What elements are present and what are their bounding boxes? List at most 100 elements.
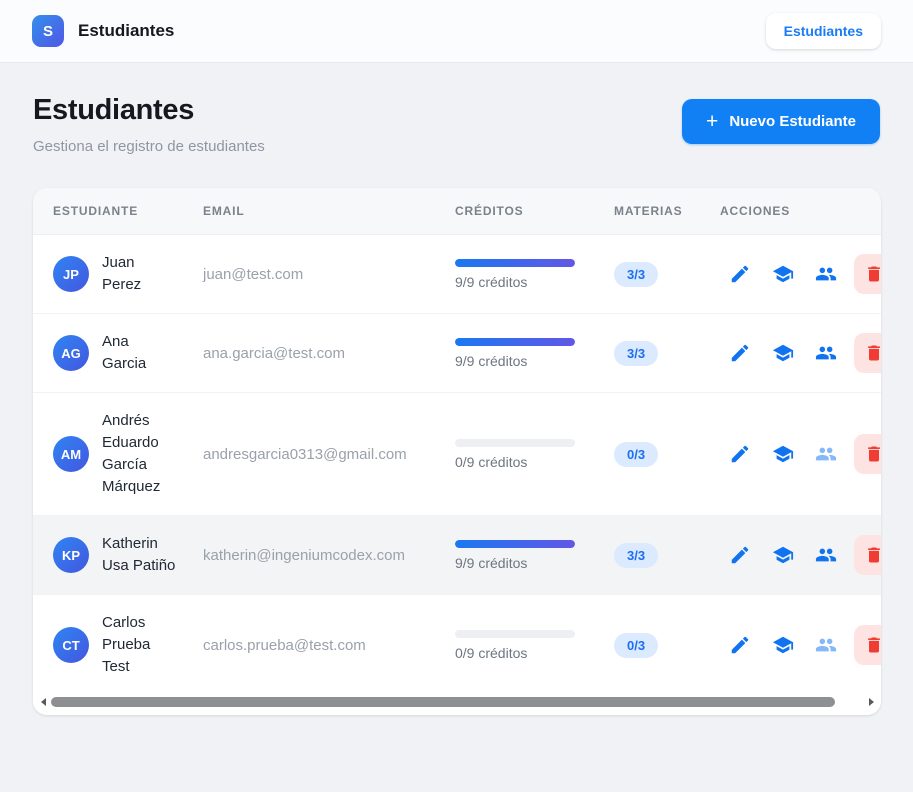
credits-cell: 9/9 créditos [455, 540, 614, 571]
credits-progress-track [455, 630, 575, 638]
scroll-right-button[interactable] [866, 697, 876, 707]
graduation-cap-icon [772, 443, 794, 465]
credits-cell: 9/9 créditos [455, 259, 614, 290]
subjects-button[interactable] [772, 342, 794, 364]
members-icon-button[interactable] [815, 342, 837, 364]
members-icon-button[interactable] [815, 634, 837, 656]
graduation-cap-icon [772, 342, 794, 364]
credits-cell: 9/9 créditos [455, 338, 614, 369]
materias-badge: 0/3 [614, 442, 658, 467]
credits-progress-fill [455, 259, 575, 267]
trash-icon [864, 264, 881, 284]
pencil-icon [729, 544, 751, 566]
subjects-button[interactable] [772, 263, 794, 285]
avatar: AM [53, 436, 89, 472]
table-row: KP Katherin Usa Patiño katherin@ingenium… [33, 516, 881, 595]
page-header: Estudiantes Gestiona el registro de estu… [33, 94, 880, 155]
materias-badge: 0/3 [614, 633, 658, 658]
scroll-left-button[interactable] [38, 697, 48, 707]
edit-button[interactable] [729, 342, 751, 364]
actions-cell [720, 254, 881, 294]
delete-button[interactable] [854, 625, 881, 665]
actions-cell [720, 535, 881, 575]
student-email: carlos.prueba@test.com [203, 637, 455, 654]
subjects-button[interactable] [772, 634, 794, 656]
people-group-icon [815, 544, 837, 566]
brand-title: Estudiantes [78, 21, 174, 41]
table-row: CT Carlos Prueba Test carlos.prueba@test… [33, 595, 881, 695]
edit-button[interactable] [729, 544, 751, 566]
subjects-button[interactable] [772, 544, 794, 566]
credits-progress-track [455, 338, 575, 346]
students-table-card: ESTUDIANTE EMAIL CRÉDITOS MATERIAS ACCIO… [33, 188, 881, 715]
materias-cell: 0/3 [614, 442, 720, 467]
column-header-creditos: CRÉDITOS [455, 204, 614, 218]
trash-icon [864, 343, 881, 363]
student-cell: CT Carlos Prueba Test [53, 612, 203, 678]
student-name: Katherin Usa Patiño [102, 533, 176, 577]
brand: S Estudiantes [32, 15, 174, 47]
materias-cell: 3/3 [614, 262, 720, 287]
students-table: ESTUDIANTE EMAIL CRÉDITOS MATERIAS ACCIO… [33, 188, 881, 695]
column-header-estudiante: ESTUDIANTE [53, 204, 203, 218]
student-cell: KP Katherin Usa Patiño [53, 533, 203, 577]
delete-button[interactable] [854, 333, 881, 373]
column-header-email: EMAIL [203, 204, 455, 218]
credits-label: 9/9 créditos [455, 555, 614, 571]
avatar: JP [53, 256, 89, 292]
credits-cell: 0/9 créditos [455, 439, 614, 470]
scrollbar-track[interactable] [51, 697, 863, 707]
page-title: Estudiantes [33, 94, 265, 127]
credits-cell: 0/9 créditos [455, 630, 614, 661]
student-name: Ana Garcia [102, 331, 176, 375]
scrollbar-thumb[interactable] [51, 697, 835, 707]
actions-cell [720, 434, 881, 474]
members-icon-button[interactable] [815, 544, 837, 566]
credits-progress-track [455, 439, 575, 447]
actions-cell [720, 333, 881, 373]
people-group-icon [815, 443, 837, 465]
credits-label: 9/9 créditos [455, 274, 614, 290]
materias-badge: 3/3 [614, 341, 658, 366]
credits-progress-track [455, 259, 575, 267]
graduation-cap-icon [772, 544, 794, 566]
materias-cell: 3/3 [614, 543, 720, 568]
topbar: S Estudiantes Estudiantes [0, 0, 913, 63]
subjects-button[interactable] [772, 443, 794, 465]
table-row: JP Juan Perez juan@test.com 9/9 créditos… [33, 235, 881, 314]
credits-progress-track [455, 540, 575, 548]
pencil-icon [729, 443, 751, 465]
members-icon-button[interactable] [815, 263, 837, 285]
delete-button[interactable] [854, 434, 881, 474]
table-row: AM Andrés Eduardo García Márquez andresg… [33, 393, 881, 516]
edit-button[interactable] [729, 443, 751, 465]
plus-icon: + [706, 114, 718, 130]
delete-button[interactable] [854, 535, 881, 575]
student-name: Carlos Prueba Test [102, 612, 176, 678]
column-header-materias: MATERIAS [614, 204, 720, 218]
student-email: andresgarcia0313@gmail.com [203, 446, 455, 463]
student-email: juan@test.com [203, 266, 455, 283]
trash-icon [864, 444, 881, 464]
edit-button[interactable] [729, 263, 751, 285]
nav-estudiantes-button[interactable]: Estudiantes [766, 13, 881, 49]
main-content: Estudiantes Gestiona el registro de estu… [0, 63, 913, 715]
triangle-right-icon [869, 698, 874, 706]
members-icon-button[interactable] [815, 443, 837, 465]
credits-progress-fill [455, 540, 575, 548]
people-group-icon [815, 263, 837, 285]
graduation-cap-icon [772, 634, 794, 656]
page-header-text: Estudiantes Gestiona el registro de estu… [33, 94, 265, 155]
student-cell: JP Juan Perez [53, 252, 203, 296]
delete-button[interactable] [854, 254, 881, 294]
page-subtitle: Gestiona el registro de estudiantes [33, 138, 265, 155]
new-student-button[interactable]: + Nuevo Estudiante [682, 99, 880, 144]
horizontal-scrollbar [33, 695, 881, 715]
edit-button[interactable] [729, 634, 751, 656]
materias-badge: 3/3 [614, 543, 658, 568]
people-group-icon [815, 634, 837, 656]
table-row: AG Ana Garcia ana.garcia@test.com 9/9 cr… [33, 314, 881, 393]
credits-label: 9/9 créditos [455, 353, 614, 369]
logo-letter: S [43, 23, 53, 40]
student-email: ana.garcia@test.com [203, 345, 455, 362]
